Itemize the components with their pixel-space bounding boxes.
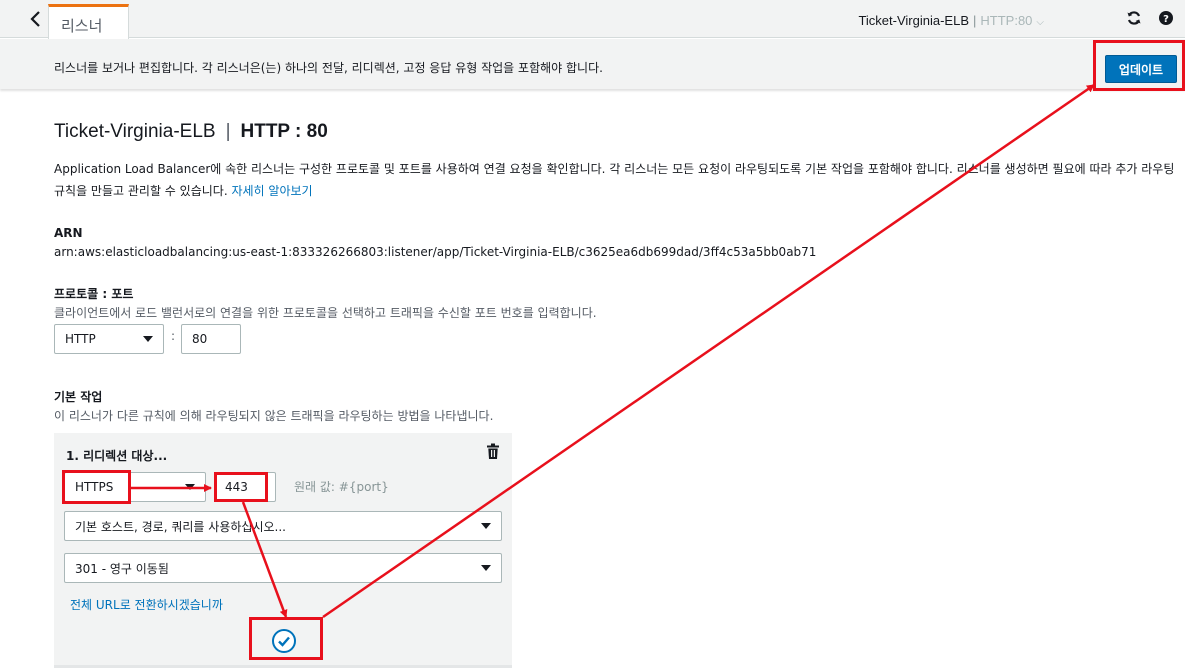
page-title: Ticket-Virginia-ELB | HTTP : 80 (54, 121, 328, 143)
selector-separator: | (973, 13, 977, 28)
title-lb-name: Ticket-Virginia-ELB (54, 121, 216, 142)
caret-down-icon (185, 484, 195, 490)
port-input[interactable]: 80 (181, 324, 241, 354)
protocol-port-label: 프로토콜 : 포트 (54, 287, 134, 301)
trash-icon[interactable] (486, 443, 500, 460)
chevron-down-icon: ⌵ (1036, 17, 1044, 28)
annotation-box-confirm (249, 617, 323, 660)
listener-selector[interactable]: Ticket-Virginia-ELB | HTTP:80 ⌵ (858, 13, 1044, 28)
port-input-value: 80 (192, 332, 208, 346)
tab-label: 리스너 (61, 17, 103, 35)
top-tab-bar: 리스너 Ticket-Virginia-ELB | HTTP:80 ⌵ ? (0, 0, 1185, 39)
caret-down-icon (481, 523, 491, 529)
caret-down-icon (481, 565, 491, 571)
info-text: 리스너를 보거나 편집합니다. 각 리스너은(는) 하나의 전달, 리디렉션, … (54, 61, 603, 75)
lb-name: Ticket-Virginia-ELB (858, 13, 969, 28)
arn-label: ARN (54, 226, 83, 240)
protocol-select-value: HTTP (65, 332, 96, 346)
listener-description: Application Load Balancer에 속한 리스너는 구성한 프… (54, 158, 1184, 202)
tab-listeners[interactable]: 리스너 (48, 4, 129, 39)
default-action-description: 이 리스너가 다른 규칙에 의해 라우팅되지 않은 트래픽을 라우팅하는 방법을… (54, 409, 494, 423)
refresh-icon[interactable] (1126, 10, 1142, 26)
annotation-box-update (1093, 40, 1185, 91)
info-bar: 리스너를 보거나 편집합니다. 각 리스너은(는) 하나의 전달, 리디렉션, … (0, 39, 1185, 89)
protocol-port-description: 클라이언트에서 로드 밸런서로의 연결을 위한 프로토콜을 선택하고 트래픽을 … (54, 306, 597, 320)
original-value-hint: 원래 값: #{port} (294, 480, 389, 494)
chevron-left-icon[interactable] (26, 9, 46, 29)
protocol-select[interactable]: HTTP (54, 324, 164, 354)
switch-full-url-link[interactable]: 전체 URL로 전환하시겠습니까 (70, 596, 223, 613)
colon-separator: : (171, 329, 176, 343)
annotation-box-port (214, 472, 268, 502)
arn-value: arn:aws:elasticloadbalancing:us-east-1:8… (54, 245, 817, 259)
description-text: Application Load Balancer에 속한 리스너는 구성한 프… (54, 162, 1175, 198)
status-code-select[interactable]: 301 - 영구 이동됨 (64, 553, 502, 583)
status-code-value: 301 - 영구 이동됨 (75, 561, 169, 576)
host-path-query-value: 기본 호스트, 경로, 쿼리를 사용하십시오... (75, 519, 286, 534)
caret-down-icon (143, 336, 153, 342)
learn-more-link[interactable]: 자세히 알아보기 (231, 184, 312, 198)
title-separator: | (225, 121, 231, 142)
help-icon[interactable]: ? (1158, 10, 1174, 26)
host-path-query-select[interactable]: 기본 호스트, 경로, 쿼리를 사용하십시오... (64, 511, 502, 541)
action-title: 1. 리디렉션 대상... (66, 449, 168, 463)
svg-text:?: ? (1163, 14, 1169, 25)
title-protocol: HTTP : 80 (240, 121, 328, 142)
default-action-label: 기본 작업 (54, 390, 103, 404)
selector-protocol-port: HTTP:80 (980, 13, 1033, 28)
annotation-box-https (62, 470, 131, 504)
